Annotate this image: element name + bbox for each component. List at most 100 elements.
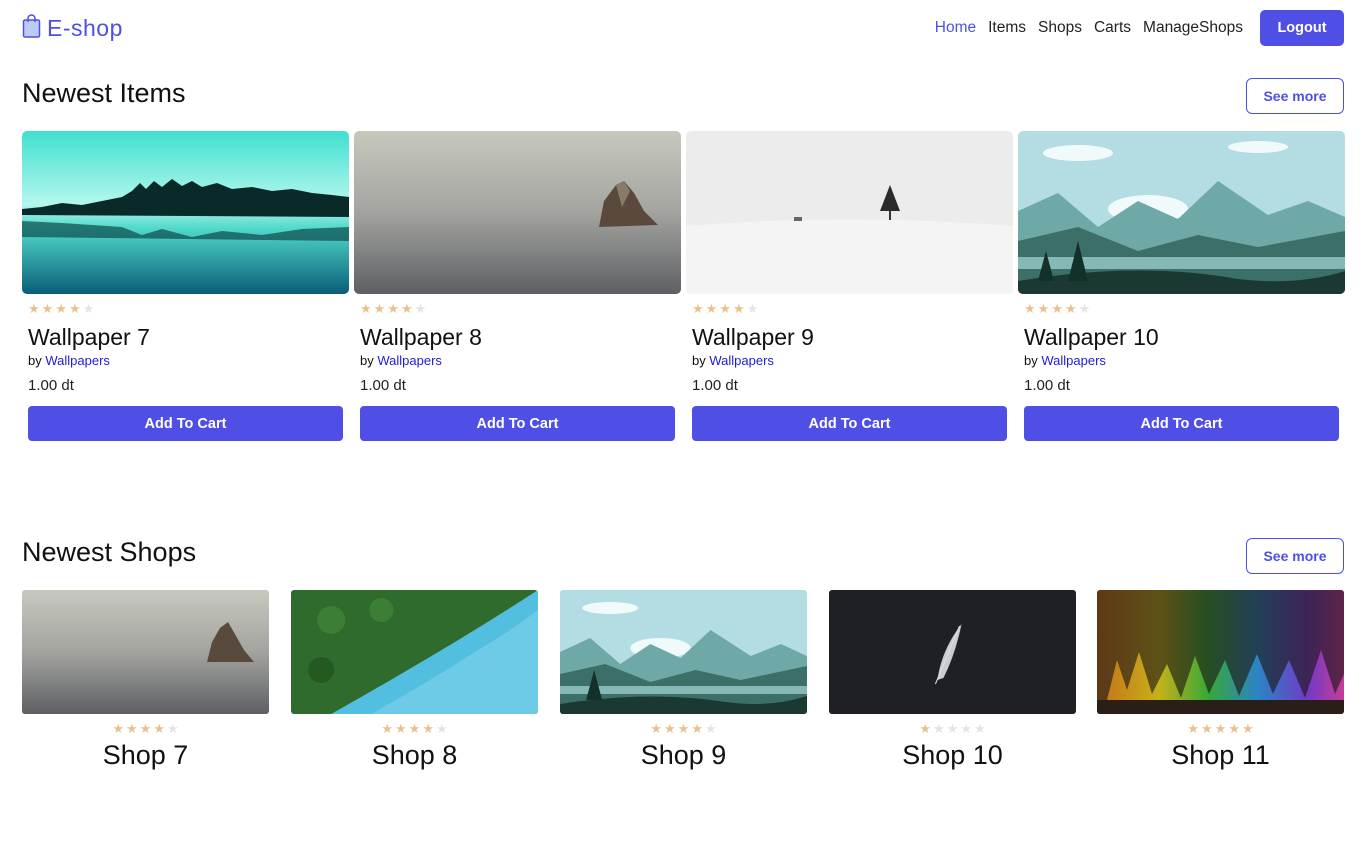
rating-stars: ★ ★ ★ ★ ★ [360, 303, 675, 317]
shop-image-flat-mountains[interactable] [560, 590, 807, 714]
rating-stars: ★ ★ ★ ★ ★ [22, 723, 269, 737]
star-filled-icon: ★ [1228, 722, 1240, 737]
star-filled-icon: ★ [1064, 302, 1077, 317]
star-empty-icon: ★ [933, 722, 945, 737]
item-image-snow-tree[interactable] [686, 131, 1013, 294]
star-empty-icon: ★ [704, 722, 717, 737]
star-empty-icon: ★ [82, 302, 95, 317]
item-price: 1.00 dt [28, 377, 74, 394]
newest-items-heading: Newest Items [22, 78, 186, 108]
star-filled-icon: ★ [373, 302, 386, 317]
logout-button[interactable]: Logout [1260, 10, 1344, 46]
star-filled-icon: ★ [1187, 722, 1200, 737]
star-filled-icon: ★ [677, 722, 690, 737]
add-to-cart-button[interactable]: Add To Cart [28, 406, 343, 441]
star-empty-icon: ★ [946, 722, 959, 737]
item-price: 1.00 dt [1024, 377, 1070, 394]
rating-stars: ★ ★ ★ ★ ★ [692, 303, 1007, 317]
shop-title[interactable]: Shop 9 [560, 740, 807, 771]
shop-title[interactable]: Shop 10 [829, 740, 1076, 771]
item-title[interactable]: Wallpaper 10 [1024, 324, 1339, 350]
shop-card: ★ ★ ★ ★ ★ Shop 8 [291, 590, 538, 771]
star-empty-icon: ★ [414, 302, 427, 317]
shop-card: ★ ★ ★ ★ ★ Shop 9 [560, 590, 807, 771]
nav-carts[interactable]: Carts [1094, 19, 1131, 37]
shopping-bag-icon [22, 13, 41, 43]
item-card: ★ ★ ★ ★ ★ Wallpaper 7 by Wallpapers 1.00… [22, 131, 349, 441]
star-filled-icon: ★ [919, 722, 932, 737]
by-label: by [692, 353, 706, 368]
star-filled-icon: ★ [719, 302, 731, 317]
top-navbar: E-shop Home Items Shops Carts ManageShop… [0, 0, 1366, 56]
shops-see-more-button[interactable]: See more [1246, 538, 1344, 574]
item-seller: by Wallpapers [360, 353, 675, 368]
shop-card: ★ ★ ★ ★ ★ Shop 7 [22, 590, 269, 771]
by-label: by [28, 353, 42, 368]
star-filled-icon: ★ [139, 722, 152, 737]
item-card: ★ ★ ★ ★ ★ Wallpaper 8 by Wallpapers 1.00… [354, 131, 681, 441]
rating-stars: ★ ★ ★ ★ ★ [1097, 723, 1344, 737]
shop-link[interactable]: Wallpapers [709, 353, 774, 368]
star-filled-icon: ★ [691, 722, 703, 737]
item-image-teal-lake[interactable] [22, 131, 349, 294]
shop-title[interactable]: Shop 7 [22, 740, 269, 771]
star-empty-icon: ★ [960, 722, 972, 737]
star-filled-icon: ★ [1037, 302, 1050, 317]
star-filled-icon: ★ [732, 302, 745, 317]
star-filled-icon: ★ [692, 302, 704, 317]
item-price: 1.00 dt [360, 377, 406, 394]
rating-stars: ★ ★ ★ ★ ★ [1024, 303, 1339, 317]
items-see-more-button[interactable]: See more [1246, 78, 1344, 114]
add-to-cart-button[interactable]: Add To Cart [1024, 406, 1339, 441]
item-title[interactable]: Wallpaper 9 [692, 324, 1007, 350]
nav-manage-shops[interactable]: ManageShops [1143, 19, 1243, 37]
add-to-cart-button[interactable]: Add To Cart [692, 406, 1007, 441]
item-image-grey-sea-rock[interactable] [354, 131, 681, 294]
item-seller: by Wallpapers [28, 353, 343, 368]
star-empty-icon: ★ [973, 722, 986, 737]
newest-shops-heading: Newest Shops [22, 537, 197, 567]
nav-shops[interactable]: Shops [1038, 19, 1082, 37]
item-title[interactable]: Wallpaper 7 [28, 324, 343, 350]
star-filled-icon: ★ [1241, 722, 1254, 737]
shop-card: ★ ★ ★ ★ ★ Shop 10 [829, 590, 1076, 771]
shop-card: ★ ★ ★ ★ ★ Shop 11 [1097, 590, 1344, 771]
brand-logo-link[interactable]: E-shop [22, 13, 123, 43]
star-filled-icon: ★ [1214, 722, 1227, 737]
shop-image-forest-river[interactable] [291, 590, 538, 714]
item-card: ★ ★ ★ ★ ★ Wallpaper 9 by Wallpapers 1.00… [686, 131, 1013, 441]
shop-image-grey-sea-rock[interactable] [22, 590, 269, 714]
star-filled-icon: ★ [68, 302, 81, 317]
item-image-flat-mountains[interactable] [1018, 131, 1345, 294]
star-filled-icon: ★ [28, 302, 40, 317]
star-filled-icon: ★ [1024, 302, 1036, 317]
star-filled-icon: ★ [112, 722, 125, 737]
shop-link[interactable]: Wallpapers [1041, 353, 1106, 368]
rating-stars: ★ ★ ★ ★ ★ [560, 723, 807, 737]
shop-title[interactable]: Shop 11 [1097, 740, 1344, 771]
nav-home[interactable]: Home [935, 19, 976, 37]
shop-link[interactable]: Wallpapers [45, 353, 110, 368]
star-filled-icon: ★ [387, 302, 399, 317]
star-filled-icon: ★ [400, 302, 413, 317]
star-filled-icon: ★ [360, 302, 372, 317]
nav-items[interactable]: Items [988, 19, 1026, 37]
star-filled-icon: ★ [1201, 722, 1213, 737]
star-filled-icon: ★ [153, 722, 165, 737]
rating-stars: ★ ★ ★ ★ ★ [291, 723, 538, 737]
add-to-cart-button[interactable]: Add To Cart [360, 406, 675, 441]
star-filled-icon: ★ [408, 722, 421, 737]
star-filled-icon: ★ [41, 302, 54, 317]
star-filled-icon: ★ [650, 722, 663, 737]
star-empty-icon: ★ [435, 722, 448, 737]
brand-name: E-shop [47, 14, 123, 41]
star-filled-icon: ★ [664, 722, 676, 737]
shop-link[interactable]: Wallpapers [377, 353, 442, 368]
main-nav: Home Items Shops Carts ManageShops Logou… [923, 10, 1344, 46]
shop-title[interactable]: Shop 8 [291, 740, 538, 771]
item-title[interactable]: Wallpaper 8 [360, 324, 675, 350]
star-filled-icon: ★ [705, 302, 718, 317]
shop-image-dark-feather[interactable] [829, 590, 1076, 714]
star-empty-icon: ★ [746, 302, 759, 317]
shop-image-rainbow-crystals[interactable] [1097, 590, 1344, 714]
